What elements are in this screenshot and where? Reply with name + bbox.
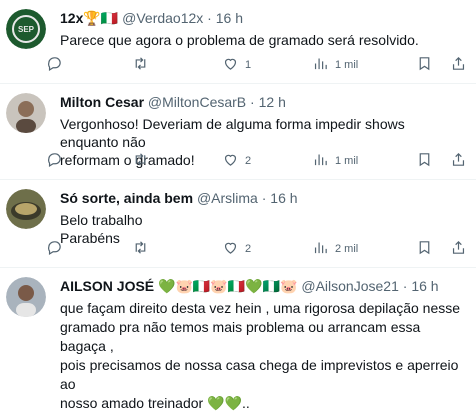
views-icon bbox=[312, 239, 329, 259]
retweet-icon bbox=[132, 239, 149, 259]
username[interactable]: @Verdao12x bbox=[122, 10, 203, 26]
heart-icon bbox=[222, 151, 239, 171]
avatar[interactable] bbox=[6, 277, 46, 317]
share-button[interactable] bbox=[450, 55, 467, 75]
timestamp[interactable]: 16 h bbox=[411, 278, 438, 294]
action-bar: 2 2 mil bbox=[46, 239, 466, 259]
timestamp[interactable]: 16 h bbox=[270, 190, 297, 206]
heart-icon bbox=[222, 239, 239, 259]
tweet[interactable]: AILSON JOSÉ 💚🐷🇮🇹🐷🇮🇹💚🇳🇬🐷 @AilsonJose21 · … bbox=[0, 268, 476, 411]
avatar[interactable]: SEP bbox=[6, 9, 46, 49]
bookmark-button[interactable] bbox=[416, 55, 433, 75]
text-line: Parece que agora o problema de gramado s… bbox=[60, 32, 419, 48]
views-button[interactable]: 2 mil bbox=[312, 239, 358, 259]
username[interactable]: @MiltonCesarB bbox=[148, 94, 246, 110]
like-button[interactable]: 2 bbox=[222, 239, 251, 259]
username[interactable]: @Arslima bbox=[197, 190, 258, 206]
reply-icon bbox=[46, 55, 63, 75]
retweet-button[interactable] bbox=[132, 239, 155, 259]
views-count: 1 mil bbox=[335, 155, 359, 167]
separator-dot: · bbox=[402, 278, 408, 294]
share-icon bbox=[450, 239, 467, 259]
tweet[interactable]: Milton Cesar @MiltonCesarB · 12 h Vergon… bbox=[0, 84, 476, 180]
views-icon bbox=[312, 151, 329, 171]
timestamp[interactable]: 12 h bbox=[259, 94, 286, 110]
views-count: 1 mil bbox=[335, 59, 359, 71]
text-line: que façam direito desta vez hein , uma r… bbox=[60, 300, 461, 316]
tweet-header: Só sorte, ainda bem @Arslima · 16 h bbox=[60, 189, 462, 207]
share-icon bbox=[450, 151, 467, 171]
reply-button[interactable] bbox=[46, 239, 69, 259]
views-icon bbox=[312, 55, 329, 75]
text-line: Vergonhoso! Deveriam de alguma forma imp… bbox=[60, 116, 405, 150]
reply-button[interactable] bbox=[46, 151, 69, 171]
tweet-text: Parece que agora o problema de gramado s… bbox=[60, 31, 462, 49]
heart-icon bbox=[222, 55, 239, 75]
retweet-button[interactable] bbox=[132, 55, 155, 75]
like-count: 1 bbox=[245, 59, 252, 71]
reply-button[interactable] bbox=[46, 55, 69, 75]
svg-text:SEP: SEP bbox=[18, 25, 35, 34]
views-count: 2 mil bbox=[335, 243, 359, 255]
share-button[interactable] bbox=[450, 151, 467, 171]
display-name[interactable]: Milton Cesar bbox=[60, 94, 144, 110]
views-button[interactable]: 1 mil bbox=[312, 151, 358, 171]
text-line: pois precisamos de nossa casa chega de i… bbox=[60, 357, 459, 392]
avatar[interactable] bbox=[6, 189, 46, 229]
display-name[interactable]: AILSON JOSÉ 💚🐷🇮🇹🐷🇮🇹💚🇳🇬🐷 bbox=[60, 278, 297, 294]
timestamp[interactable]: 16 h bbox=[216, 10, 243, 26]
display-name[interactable]: 12x🏆🇮🇹 bbox=[60, 10, 118, 26]
retweet-icon bbox=[132, 151, 149, 171]
tweet[interactable]: Só sorte, ainda bem @Arslima · 16 h Belo… bbox=[0, 180, 476, 268]
like-button[interactable]: 2 bbox=[222, 151, 251, 171]
like-count: 2 bbox=[245, 243, 252, 255]
reply-icon bbox=[46, 239, 63, 259]
username[interactable]: @AilsonJose21 bbox=[301, 278, 399, 294]
like-count: 2 bbox=[245, 155, 252, 167]
text-line: gramado pra não temos mais problema ou a… bbox=[60, 319, 421, 354]
retweet-button[interactable] bbox=[132, 151, 155, 171]
separator-dot: · bbox=[250, 94, 255, 110]
tweet[interactable]: SEP 12x🏆🇮🇹 @Verdao12x · 16 h Parece que … bbox=[0, 0, 476, 84]
avatar[interactable] bbox=[6, 93, 46, 133]
tweet-header: AILSON JOSÉ 💚🐷🇮🇹🐷🇮🇹💚🇳🇬🐷 @AilsonJose21 · … bbox=[60, 277, 462, 295]
bookmark-icon bbox=[416, 239, 433, 259]
tweet-header: Milton Cesar @MiltonCesarB · 12 h bbox=[60, 93, 462, 111]
display-name[interactable]: Só sorte, ainda bem bbox=[60, 190, 193, 206]
reply-feed: SEP 12x🏆🇮🇹 @Verdao12x · 16 h Parece que … bbox=[0, 0, 476, 411]
text-line: nosso amado treinador 💚💚.. bbox=[60, 395, 250, 411]
retweet-icon bbox=[132, 55, 149, 75]
tweet-text: que façam direito desta vez hein , uma r… bbox=[60, 299, 462, 413]
tweet-header: 12x🏆🇮🇹 @Verdao12x · 16 h bbox=[60, 9, 462, 27]
reply-icon bbox=[46, 151, 63, 171]
separator-dot: · bbox=[261, 190, 267, 206]
separator-dot: · bbox=[207, 10, 212, 26]
bookmark-icon bbox=[416, 55, 433, 75]
like-button[interactable]: 1 bbox=[222, 55, 251, 75]
share-icon bbox=[450, 55, 467, 75]
text-line: Belo trabalho bbox=[60, 212, 143, 228]
action-bar: 2 1 mil bbox=[46, 151, 466, 171]
views-button[interactable]: 1 mil bbox=[312, 55, 358, 75]
action-bar: 1 1 mil bbox=[46, 55, 466, 75]
bookmark-button[interactable] bbox=[416, 239, 433, 259]
share-button[interactable] bbox=[450, 239, 467, 259]
bookmark-icon bbox=[416, 151, 433, 171]
bookmark-button[interactable] bbox=[416, 151, 433, 171]
